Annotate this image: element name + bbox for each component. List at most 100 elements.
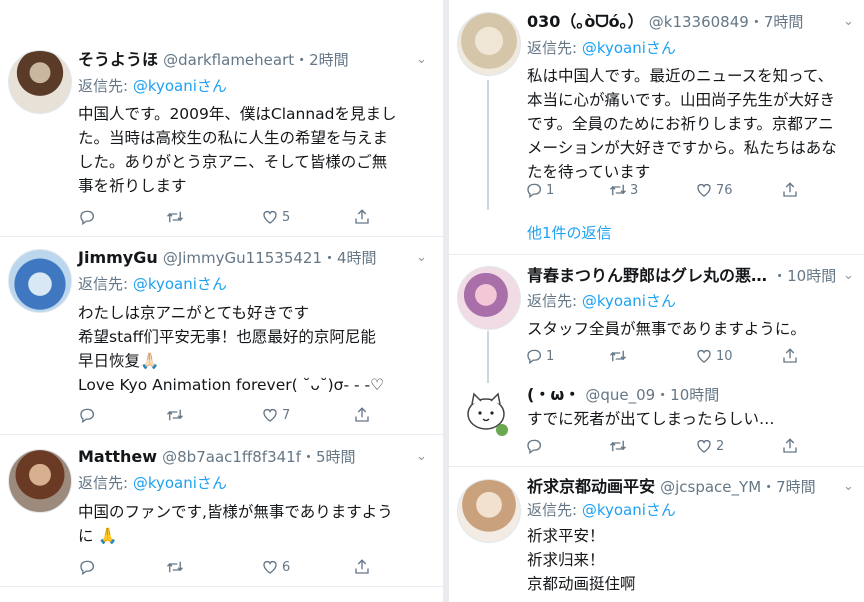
user-name[interactable]: 030（｡òᗜó｡） <box>527 12 644 31</box>
user-name[interactable]: JimmyGu <box>78 248 158 267</box>
timestamp[interactable]: ・7時間 <box>761 478 816 496</box>
retweet-icon <box>609 181 627 199</box>
avatar[interactable] <box>457 479 521 543</box>
avatar[interactable] <box>459 385 517 443</box>
avatar[interactable] <box>8 50 72 114</box>
like-button[interactable]: 76 <box>695 180 733 200</box>
chevron-down-icon[interactable]: ⌄ <box>416 250 427 265</box>
heart-icon <box>695 437 713 455</box>
tweet[interactable]: Matthew @8b7aac1ff8f341f・5時間 ⌄ 返信先: @kyo… <box>0 435 443 602</box>
avatar[interactable] <box>457 12 521 76</box>
user-handle[interactable]: @8b7aac1ff8f341f <box>162 448 301 466</box>
tweet-text: スタッフ全員が無事でありますように。 <box>527 320 806 338</box>
like-button[interactable]: 10 <box>695 346 733 366</box>
share-button[interactable] <box>781 346 799 366</box>
reply-icon <box>78 558 96 576</box>
retweet-button[interactable] <box>166 405 187 425</box>
tweet[interactable]: (・ω・ @que_09・10時間 すでに死者が出てしまったらしい… 2 <box>449 375 864 463</box>
heart-icon <box>261 208 279 226</box>
share-button[interactable] <box>353 557 371 577</box>
reply-mention[interactable]: @kyoaniさん <box>582 501 676 519</box>
user-handle[interactable]: @darkflameheart <box>163 51 294 69</box>
user-handle[interactable]: @que_09 <box>585 386 655 404</box>
like-button[interactable]: 2 <box>695 436 724 456</box>
share-button[interactable] <box>353 405 371 425</box>
retweet-button[interactable] <box>166 557 187 577</box>
retweet-icon <box>166 558 184 576</box>
avatar[interactable] <box>8 249 72 313</box>
tweet-actions: 1 10 <box>525 346 845 366</box>
like-button[interactable]: 5 <box>261 207 290 227</box>
user-name[interactable]: Matthew <box>78 447 157 466</box>
reply-icon <box>78 406 96 424</box>
tweet-text: 祈求平安！ 祈求归来！ 京都动画挺住啊 <box>527 527 636 593</box>
timestamp[interactable]: ・10時間 <box>772 267 836 285</box>
chevron-down-icon[interactable]: ⌄ <box>843 14 854 29</box>
user-handle[interactable]: @JimmyGu11535421 <box>163 249 322 267</box>
tweet[interactable]: 030（｡òᗜó｡） @k13360849・7時間 ⌄ 返信先: @kyoani… <box>449 0 864 254</box>
reply-button[interactable]: 1 <box>525 346 554 366</box>
share-button[interactable] <box>781 436 799 456</box>
reply-button[interactable]: 1 <box>525 180 554 200</box>
share-button[interactable] <box>781 180 799 200</box>
chevron-down-icon[interactable]: ⌄ <box>416 449 427 464</box>
divider <box>0 586 443 587</box>
chevron-down-icon[interactable]: ⌄ <box>843 479 854 494</box>
retweet-button[interactable] <box>609 436 630 456</box>
more-replies-link[interactable]: 他1件の返信 <box>527 222 612 243</box>
user-name[interactable]: (・ω・ <box>527 385 580 404</box>
reply-mention[interactable]: @kyoaniさん <box>133 77 227 95</box>
timestamp[interactable]: ・10時間 <box>655 386 719 404</box>
tweet[interactable]: 青春まつりん野郎はグレ丸の悪… ・10時間 ⌄ 返信先: @kyoaniさん ス… <box>449 255 864 383</box>
thread-connector <box>487 80 489 210</box>
chevron-down-icon[interactable]: ⌄ <box>843 268 854 283</box>
user-name[interactable]: 青春まつりん野郎はグレ丸の悪… <box>527 266 767 285</box>
timestamp[interactable]: ・2時間 <box>294 51 349 69</box>
heart-icon <box>261 406 279 424</box>
tweet-text: 中国のファンです,皆様が無事でありますよう に 🙏 <box>78 503 393 545</box>
reply-to-line: 返信先: @kyoaniさん <box>527 501 676 519</box>
reply-button[interactable] <box>78 557 99 577</box>
chevron-down-icon[interactable]: ⌄ <box>416 52 427 67</box>
reply-icon <box>525 181 543 199</box>
reply-icon <box>78 208 96 226</box>
like-button[interactable]: 7 <box>261 405 290 425</box>
tweet[interactable]: 祈求京都动画平安 @jcspace_YM・7時間 ⌄ 返信先: @kyoaniさ… <box>449 467 864 602</box>
retweet-icon <box>166 208 184 226</box>
reply-button[interactable] <box>525 436 546 456</box>
share-button[interactable] <box>353 207 371 227</box>
right-column: 030（｡òᗜó｡） @k13360849・7時間 ⌄ 返信先: @kyoani… <box>449 0 864 602</box>
retweet-button[interactable] <box>609 346 630 366</box>
tweet-text: すでに死者が出てしまったらしい… <box>527 410 775 428</box>
tweet-actions: 1 3 76 <box>525 180 845 200</box>
reply-button[interactable] <box>78 207 99 227</box>
tweet-text: 中国人です。2009年、僕はClannadを見まし た。当時は高校生の私に人生の… <box>78 105 397 195</box>
reply-mention[interactable]: @kyoaniさん <box>133 474 227 492</box>
reply-mention[interactable]: @kyoaniさん <box>582 292 676 310</box>
retweet-icon <box>166 406 184 424</box>
like-button[interactable]: 6 <box>261 557 290 577</box>
tweet-text: 私は中国人です。最近のニュースを知って、 本当に心が痛いです。山田尚子先生が大好… <box>527 67 837 181</box>
timestamp[interactable]: ・5時間 <box>301 448 356 466</box>
retweet-button[interactable]: 3 <box>609 180 638 200</box>
timestamp[interactable]: ・7時間 <box>749 13 804 31</box>
avatar[interactable] <box>8 449 72 513</box>
reply-button[interactable] <box>78 405 99 425</box>
retweet-icon <box>609 437 627 455</box>
retweet-button[interactable] <box>166 207 187 227</box>
reply-mention[interactable]: @kyoaniさん <box>133 275 227 293</box>
avatar[interactable] <box>457 266 521 330</box>
timestamp[interactable]: ・4時間 <box>322 249 377 267</box>
reply-mention[interactable]: @kyoaniさん <box>582 39 676 57</box>
reply-to-line: 返信先: @kyoaniさん <box>527 292 676 310</box>
tweet[interactable]: そうようほ @darkflameheart・2時間 ⌄ 返信先: @kyoani… <box>0 0 443 233</box>
user-name[interactable]: そうようほ <box>78 50 158 69</box>
tweet-actions: 6 <box>78 557 418 577</box>
share-icon <box>353 208 371 226</box>
share-icon <box>781 347 799 365</box>
user-handle[interactable]: @jcspace_YM <box>660 478 761 496</box>
user-name[interactable]: 祈求京都动画平安 <box>527 477 655 496</box>
share-icon <box>781 437 799 455</box>
user-handle[interactable]: @k13360849 <box>649 13 749 31</box>
tweet[interactable]: JimmyGu @JimmyGu11535421・4時間 ⌄ 返信先: @kyo… <box>0 237 443 434</box>
